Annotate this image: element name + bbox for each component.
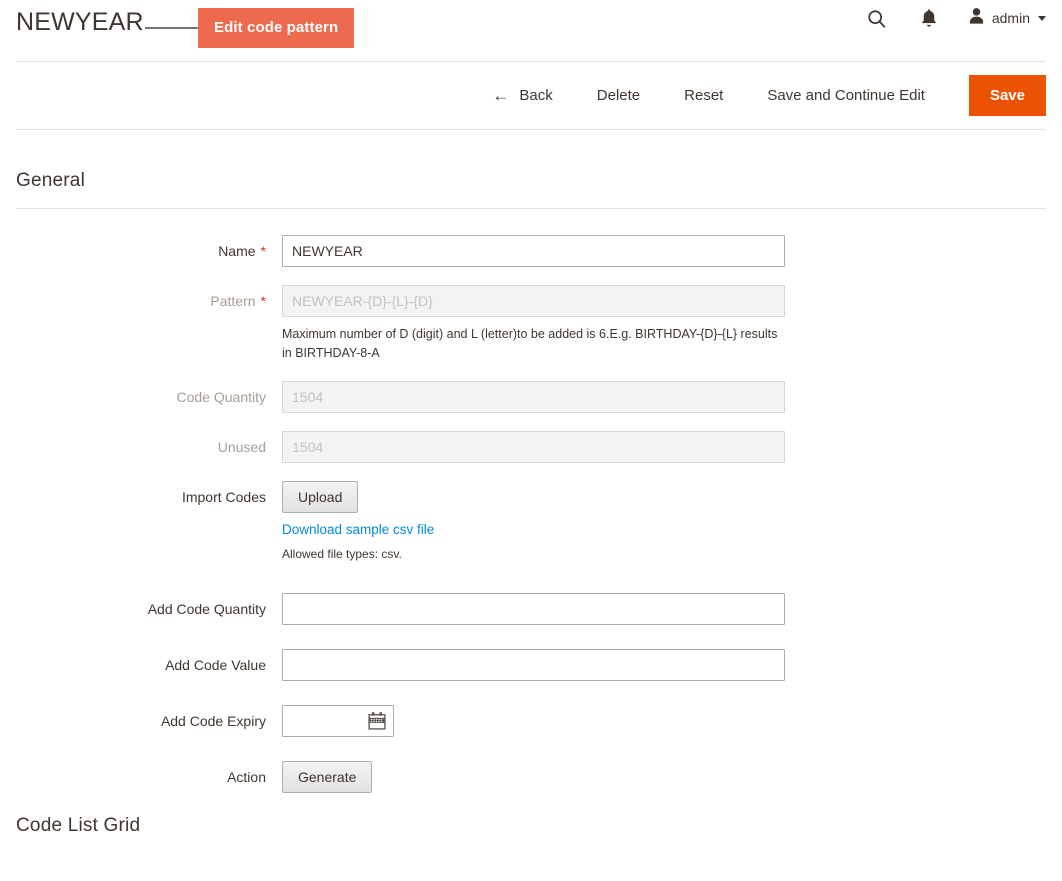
import-codes-control: Upload Download sample csv file Allowed … [266, 480, 1046, 563]
download-sample-csv-link[interactable]: Download sample csv file [282, 522, 434, 537]
field-row-unused: Unused [16, 430, 1046, 463]
user-avatar-icon [968, 7, 985, 30]
back-button[interactable]: ← Back [478, 79, 574, 112]
arrow-left-icon: ← [492, 86, 510, 105]
general-section: General Name* Pattern* Maximum number of… [16, 130, 1046, 837]
field-row-add-code-expiry: Add Code Expiry [16, 704, 1046, 737]
field-row-action: Action Generate [16, 760, 1046, 793]
add-code-value-control [266, 648, 1046, 681]
unused-label: Unused [217, 438, 266, 455]
action-control: Generate [266, 760, 1046, 793]
page-title: NEWYEAR [16, 8, 144, 36]
add-code-expiry-label: Add Code Expiry [160, 712, 266, 729]
field-row-add-code-value: Add Code Value [16, 648, 1046, 681]
generate-button[interactable]: Generate [282, 760, 373, 793]
chevron-down-icon [1038, 15, 1046, 21]
pattern-label-text: Pattern [210, 293, 256, 309]
user-menu[interactable]: admin [968, 7, 1046, 30]
date-picker [282, 704, 394, 737]
save-button[interactable]: Save [968, 75, 1046, 116]
save-and-continue-edit-label: Save and Continue Edit [767, 87, 925, 104]
add-code-quantity-label: Add Code Quantity [147, 600, 266, 617]
code-list-grid-section-title: Code List Grid [16, 814, 141, 836]
action-label: Action [227, 768, 266, 785]
pattern-label: Pattern * [16, 285, 266, 309]
field-row-code-quantity: Code Quantity [16, 380, 1046, 413]
back-button-label: Back [519, 87, 553, 104]
save-and-continue-edit-button[interactable]: Save and Continue Edit [745, 79, 947, 112]
bell-icon[interactable] [916, 5, 942, 31]
general-form: Name* Pattern* Maximum number of D (digi… [16, 209, 1046, 793]
general-section-title: General [16, 130, 1046, 209]
allowed-file-types-note: Allowed file types: csv. [282, 546, 402, 561]
add-code-value-input[interactable] [282, 648, 785, 681]
user-name-label: admin [991, 10, 1030, 26]
delete-button-label: Delete [596, 87, 641, 104]
pattern-control: Maximum number of D (digit) and L (lette… [266, 285, 1046, 363]
add-code-quantity-control [266, 592, 1046, 625]
add-code-value-label: Add Code Value [165, 656, 266, 673]
reset-button-label: Reset [684, 87, 724, 104]
reset-button[interactable]: Reset [662, 79, 745, 112]
name-label: Name * [16, 235, 266, 259]
admin-page: NEWYEAR admin Edit code pattern ← Back D… [0, 0, 1062, 881]
calendar-icon[interactable] [367, 711, 387, 731]
field-row-add-code-quantity: Add Code Quantity [16, 592, 1046, 625]
delete-button[interactable]: Delete [575, 79, 662, 112]
pattern-help-text: Maximum number of D (digit) and L (lette… [282, 327, 778, 360]
unused-input [282, 430, 785, 463]
field-row-pattern: Pattern* Maximum number of D (digit) and… [16, 285, 1046, 363]
unused-control [266, 430, 1046, 463]
name-input[interactable] [282, 235, 785, 267]
page-header: NEWYEAR admin [16, 0, 1046, 62]
name-control [266, 235, 1046, 267]
header-actions: admin [864, 5, 1046, 31]
import-codes-label: Import Codes [181, 488, 266, 505]
callout-leader-line [145, 27, 200, 29]
page-actions-toolbar: ← Back Delete Reset Save and Continue Ed… [16, 62, 1046, 130]
field-row-import-codes: Import Codes Upload Download sample csv … [16, 480, 1046, 563]
upload-button[interactable]: Upload [282, 480, 359, 513]
code-quantity-label: Code Quantity [176, 388, 267, 405]
field-row-name: Name * [16, 235, 1046, 267]
add-code-expiry-control [266, 704, 1046, 737]
search-icon[interactable] [864, 5, 890, 31]
code-quantity-input [282, 380, 785, 413]
add-code-quantity-input[interactable] [282, 592, 785, 625]
pattern-input [282, 285, 785, 317]
name-label-text: Name [218, 243, 256, 259]
callout-edit-code-pattern: Edit code pattern [198, 8, 355, 48]
code-quantity-control [266, 380, 1046, 413]
